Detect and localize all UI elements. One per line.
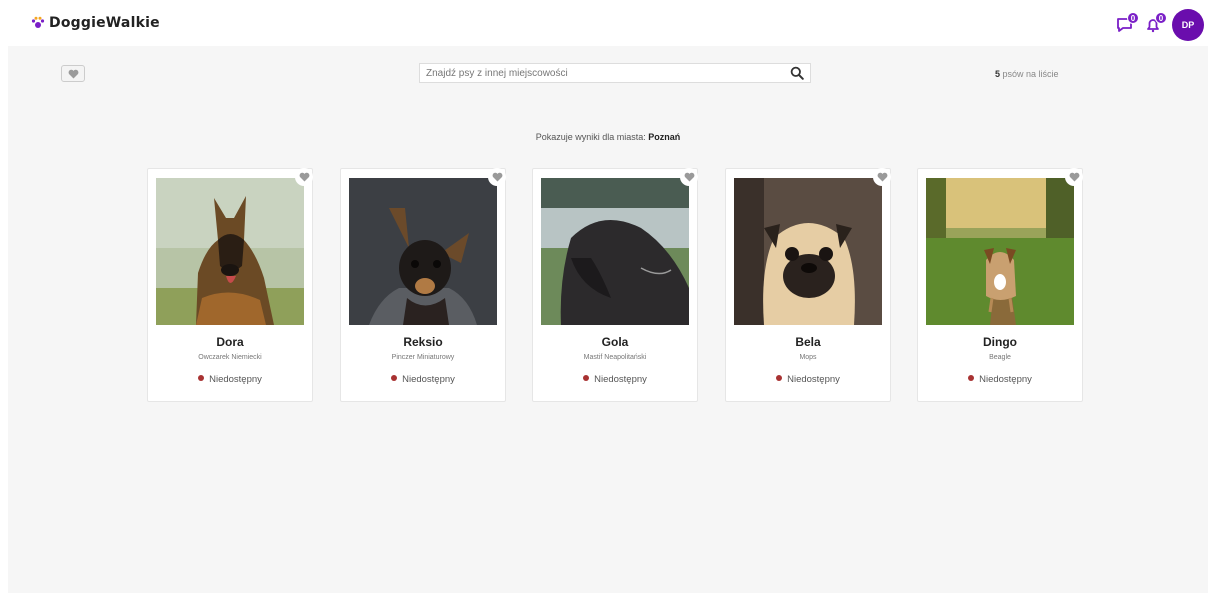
dog-card[interactable]: Dora Owczarek Niemiecki Niedostępny: [147, 168, 313, 402]
dog-status: Niedostępny: [726, 374, 890, 385]
favorite-button[interactable]: [295, 168, 313, 186]
dog-status: Niedostępny: [148, 374, 312, 385]
heart-icon: [492, 172, 502, 182]
status-dot: [776, 375, 783, 381]
dog-breed: Pinczer Miniaturowy: [391, 354, 455, 361]
dog-status-label: Niedostępny: [979, 374, 1032, 385]
favorite-button[interactable]: [873, 168, 891, 186]
favorite-button[interactable]: [1065, 168, 1083, 186]
brand-logo[interactable]: DoggieWalkie: [31, 15, 160, 31]
dog-card[interactable]: Gola Mastif Neapolitański Niedostępny: [532, 168, 698, 402]
dog-status: Niedostępny: [533, 374, 697, 385]
dog-card[interactable]: Bela Mops Niedostępny: [725, 168, 891, 402]
dog-photo: [926, 178, 1074, 325]
results-city: Poznań: [648, 132, 681, 142]
dog-status: Niedostępny: [918, 374, 1082, 385]
messages-button[interactable]: 0: [1114, 11, 1140, 39]
dog-name: Reksio: [403, 335, 443, 349]
dog-status: Niedostępny: [341, 374, 505, 385]
header-actions: 0 0 DP: [1114, 9, 1204, 41]
status-dot: [391, 375, 398, 381]
favorites-filter-button[interactable]: [61, 65, 85, 82]
dog-name: Dora: [216, 335, 244, 349]
dog-breed: Mops: [799, 354, 817, 361]
dog-status-label: Niedostępny: [594, 374, 647, 385]
dog-count: 5 psów na liście: [995, 69, 1059, 79]
results-prefix: Pokazuje wyniki dla miasta:: [535, 132, 649, 142]
dog-count-label: psów na liście: [1000, 69, 1059, 79]
dog-name: Bela: [795, 335, 821, 349]
dog-status-label: Niedostępny: [787, 374, 840, 385]
dog-photo: [734, 178, 882, 325]
heart-icon: [684, 172, 694, 182]
heart-icon: [299, 172, 309, 182]
heart-icon: [68, 69, 78, 79]
search-icon[interactable]: [790, 66, 804, 80]
status-dot: [198, 375, 205, 381]
heart-icon: [1069, 172, 1079, 182]
dog-status-label: Niedostępny: [209, 374, 262, 385]
dog-breed: Beagle: [989, 354, 1011, 361]
user-avatar[interactable]: DP: [1172, 9, 1204, 41]
dog-photo: [541, 178, 689, 325]
dog-name: Dingo: [983, 335, 1017, 349]
notifications-button[interactable]: 0: [1142, 11, 1168, 39]
heart-icon: [877, 172, 887, 182]
status-dot: [583, 375, 590, 381]
dog-name: Gola: [601, 335, 629, 349]
dog-breed: Owczarek Niemiecki: [198, 354, 262, 361]
city-search-input[interactable]: [426, 66, 776, 80]
dog-photo: [349, 178, 497, 325]
dog-card[interactable]: Reksio Pinczer Miniaturowy Niedostępny: [340, 168, 506, 402]
messages-badge: 0: [1127, 12, 1139, 24]
main-content: 5 psów na liście Pokazuje wyniki dla mia…: [8, 46, 1208, 593]
favorite-button[interactable]: [680, 168, 698, 186]
notifications-badge: 0: [1155, 12, 1167, 24]
brand-name: DoggieWalkie: [49, 15, 160, 31]
paw-icon: [31, 16, 45, 30]
dog-photo: [156, 178, 304, 325]
dog-breed: Mastif Neapolitański: [583, 354, 647, 361]
dog-status-label: Niedostępny: [402, 374, 455, 385]
results-city-line: Pokazuje wyniki dla miasta: Poznań: [8, 132, 1208, 142]
dog-card[interactable]: Dingo Beagle Niedostępny: [917, 168, 1083, 402]
favorite-button[interactable]: [488, 168, 506, 186]
top-bar: DoggieWalkie 0 0 DP: [0, 0, 1208, 46]
status-dot: [968, 375, 975, 381]
city-search: [419, 63, 811, 83]
